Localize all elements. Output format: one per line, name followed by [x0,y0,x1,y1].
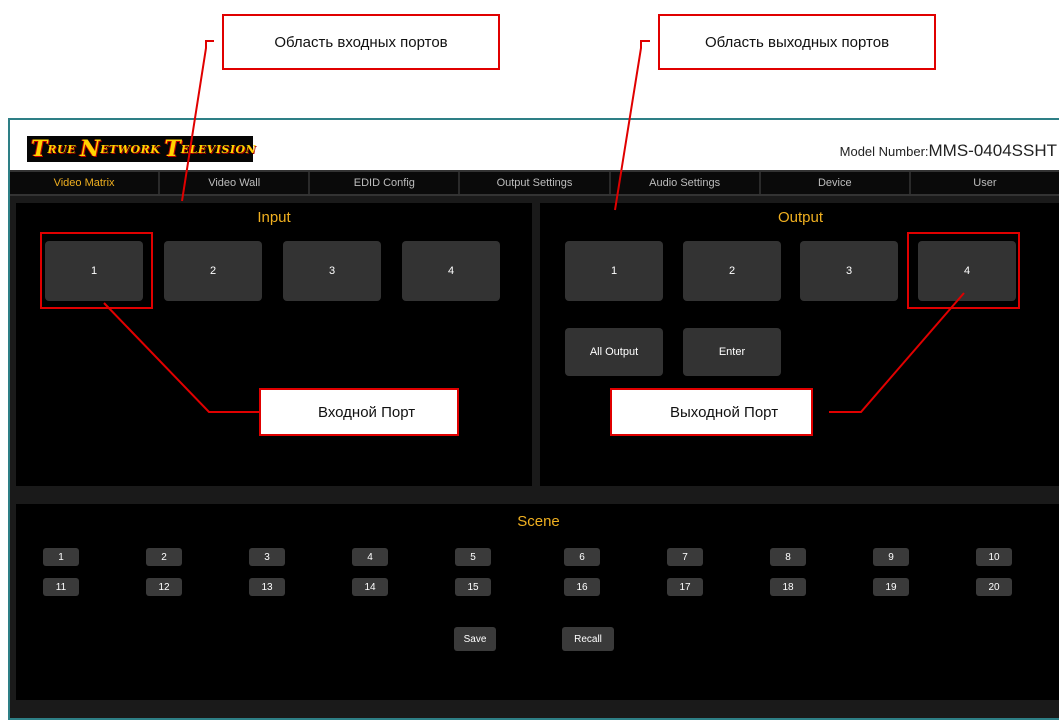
input-port-2-button[interactable]: 2 [164,241,262,301]
app-header: T RUE N ETWORK T ELEVISION Model Number:… [10,120,1059,170]
model-number: Model Number:MMS-0404SSHT [840,141,1057,161]
scene-button-11[interactable]: 11 [43,578,79,596]
input-port-highlight [40,232,153,309]
enter-button[interactable]: Enter [683,328,781,376]
scene-button-6[interactable]: 6 [564,548,600,566]
save-button[interactable]: Save [454,627,496,651]
input-port-callout: Входной Порт [259,388,459,436]
input-port-4-button[interactable]: 4 [402,241,500,301]
output-port-highlight [907,232,1020,309]
tab-user[interactable]: User [910,172,1059,194]
all-output-button[interactable]: All Output [565,328,663,376]
logo-word: ETWORK [100,142,161,156]
tab-audio-settings[interactable]: Audio Settings [610,172,761,194]
scene-button-14[interactable]: 14 [352,578,388,596]
output-port-callout: Выходной Порт [610,388,813,436]
logo-word: RUE [47,142,76,156]
model-label: Model Number: [839,144,929,159]
main-nav: Video Matrix Video Wall EDID Config Outp… [10,170,1059,196]
logo-word: ELEVISION [180,142,257,156]
scene-button-5[interactable]: 5 [455,548,491,566]
app-window: T RUE N ETWORK T ELEVISION Model Number:… [8,118,1059,720]
scene-button-13[interactable]: 13 [249,578,285,596]
tab-edid-config[interactable]: EDID Config [310,172,461,194]
input-panel-title: Input [257,209,291,226]
output-port-2-button[interactable]: 2 [683,241,781,301]
scene-button-4[interactable]: 4 [352,548,388,566]
scene-panel-title: Scene [517,513,560,530]
tab-output-settings[interactable]: Output Settings [460,172,611,194]
scene-panel: Scene 1 2 3 4 5 6 7 8 9 10 11 12 13 14 1… [16,504,1059,700]
scene-button-18[interactable]: 18 [770,578,806,596]
logo-letter: T [31,136,48,162]
logo-letter: N [80,136,101,162]
scene-button-15[interactable]: 15 [455,578,491,596]
scene-button-3[interactable]: 3 [249,548,285,566]
scene-button-10[interactable]: 10 [976,548,1012,566]
scene-button-20[interactable]: 20 [976,578,1012,596]
output-port-1-button[interactable]: 1 [565,241,663,301]
scene-button-17[interactable]: 17 [667,578,703,596]
scene-button-9[interactable]: 9 [873,548,909,566]
output-area-callout: Область выходных портов [658,14,936,70]
output-port-3-button[interactable]: 3 [800,241,898,301]
input-port-3-button[interactable]: 3 [283,241,381,301]
scene-button-7[interactable]: 7 [667,548,703,566]
scene-button-2[interactable]: 2 [146,548,182,566]
tab-device[interactable]: Device [760,172,911,194]
brand-logo: T RUE N ETWORK T ELEVISION [27,136,257,162]
recall-button[interactable]: Recall [562,627,614,651]
scene-button-12[interactable]: 12 [146,578,182,596]
input-area-callout: Область входных портов [222,14,500,70]
logo-letter: T [164,136,181,162]
model-value: MMS-0404SSHT [928,141,1057,160]
output-panel-title: Output [777,209,824,226]
scene-button-16[interactable]: 16 [564,578,600,596]
tab-video-wall[interactable]: Video Wall [160,172,311,194]
scene-button-1[interactable]: 1 [43,548,79,566]
scene-button-8[interactable]: 8 [770,548,806,566]
tab-video-matrix[interactable]: Video Matrix [10,172,161,194]
scene-button-19[interactable]: 19 [873,578,909,596]
